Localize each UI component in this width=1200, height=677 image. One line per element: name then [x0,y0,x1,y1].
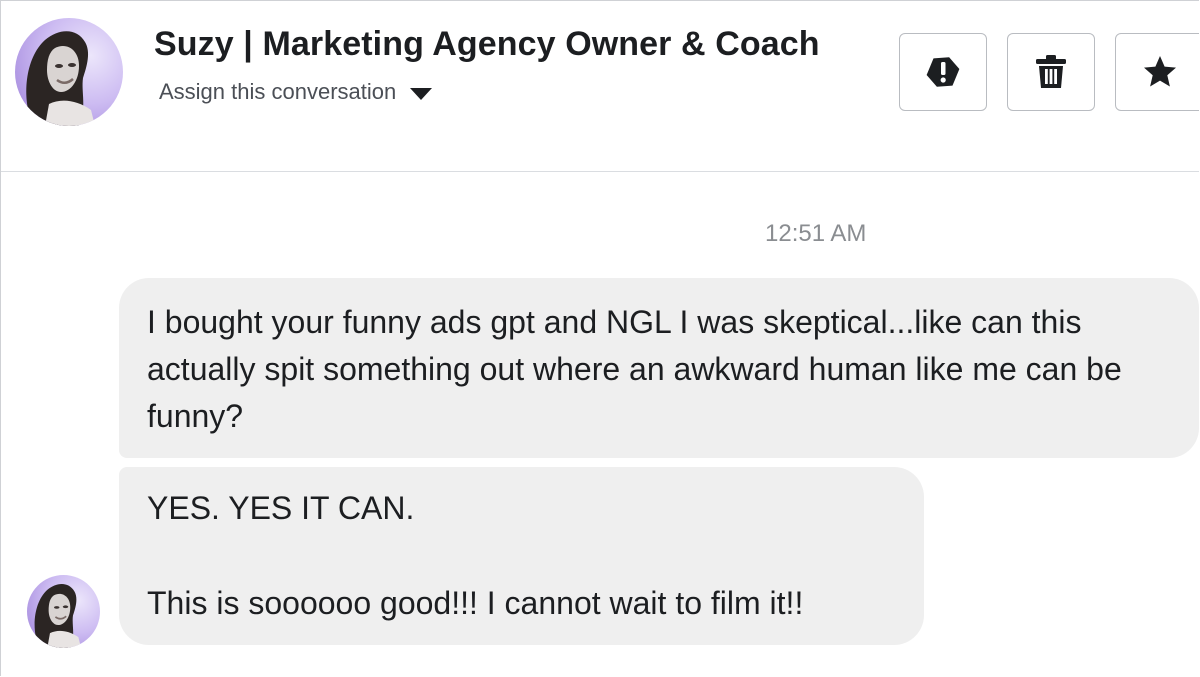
contact-avatar[interactable] [15,18,123,126]
avatar-portrait [15,18,123,126]
assign-label: Assign this conversation [159,79,397,104]
exclamation-circle-icon [926,57,960,87]
message-bubble: I bought your funny ads gpt and NGL I wa… [119,278,1199,458]
delete-button[interactable] [1007,33,1095,111]
message-text: YES. YES IT CAN. [147,490,415,526]
message-text: This is soooooo good!!! I cannot wait to… [147,585,804,621]
avatar-portrait [27,575,100,648]
trash-icon [1036,55,1066,88]
message-timestamp: 12:51 AM [765,220,867,247]
conversation-panel: Suzy | Marketing Agency Owner & Coach As… [0,0,1199,676]
mark-spam-button[interactable] [899,33,987,111]
conversation-header: Suzy | Marketing Agency Owner & Coach As… [1,1,1199,172]
message-bubble: YES. YES IT CAN. This is soooooo good!!!… [119,467,924,645]
star-icon [1144,56,1176,87]
star-button[interactable] [1115,33,1199,111]
chevron-down-icon [410,87,433,100]
contact-name: Suzy | Marketing Agency Owner & Coach [154,25,820,63]
assign-conversation-dropdown[interactable]: Assign this conversation [159,79,433,105]
sender-avatar[interactable] [27,575,100,648]
message-text: I bought your funny ads gpt and NGL I wa… [147,304,1122,434]
